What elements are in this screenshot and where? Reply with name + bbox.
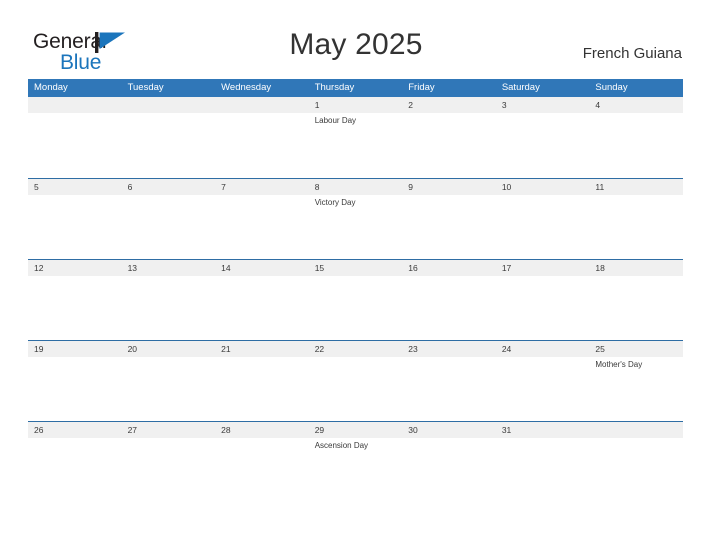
day-number[interactable]: 9 <box>402 179 496 195</box>
week-date-band: 12 13 14 15 16 17 18 <box>28 260 683 276</box>
weekday-header-tuesday: Tuesday <box>127 82 164 93</box>
weekday-header-row: Monday Tuesday Wednesday Thursday Friday Satu… <box>28 79 683 97</box>
day-number[interactable]: 10 <box>496 179 590 195</box>
region-label: French Guiana <box>582 45 682 62</box>
weekday-header-monday: Monday <box>34 82 68 93</box>
week-date-band: 19 20 21 22 23 24 25 <box>28 341 683 357</box>
day-number[interactable]: 1 <box>309 97 403 113</box>
weekday-header-friday: Friday <box>408 82 435 93</box>
day-event-empty <box>122 195 216 259</box>
day-number[interactable]: 15 <box>309 260 403 276</box>
day-event-empty <box>309 276 403 340</box>
day-event-empty <box>215 438 309 502</box>
day-number[interactable]: 28 <box>215 422 309 438</box>
week-row: 5 6 7 8 9 10 11 Victory Day <box>28 178 683 259</box>
week-row: 12 13 14 15 16 17 18 <box>28 259 683 340</box>
day-number[interactable]: 4 <box>589 97 683 113</box>
day-event-empty <box>402 195 496 259</box>
day-event-empty <box>122 357 216 421</box>
day-event-label: Ascension Day <box>314 441 369 450</box>
day-number[interactable]: 8 <box>309 179 403 195</box>
day-event-empty <box>402 276 496 340</box>
day-event-empty <box>28 438 122 502</box>
day-number[interactable]: 17 <box>496 260 590 276</box>
day-number-empty <box>215 97 309 113</box>
day-number[interactable]: 12 <box>28 260 122 276</box>
day-number[interactable]: 23 <box>402 341 496 357</box>
day-event-empty <box>589 438 683 502</box>
day-number-empty <box>28 97 122 113</box>
day-number[interactable]: 7 <box>215 179 309 195</box>
day-number[interactable]: 27 <box>122 422 216 438</box>
day-number-empty <box>122 97 216 113</box>
day-event-empty <box>122 438 216 502</box>
day-event-empty <box>28 276 122 340</box>
week-row: 19 20 21 22 23 24 25 Mother's Day <box>28 340 683 421</box>
week-date-band: 5 6 7 8 9 10 11 <box>28 179 683 195</box>
day-number[interactable]: 14 <box>215 260 309 276</box>
day-event-empty <box>496 113 590 177</box>
week-row: 1 2 3 4 Labour Day <box>28 97 683 178</box>
day-event-label: Labour Day <box>314 116 357 125</box>
day-event-empty <box>402 438 496 502</box>
week-event-band: Victory Day <box>28 195 683 259</box>
week-event-band: Mother's Day <box>28 357 683 421</box>
day-number[interactable]: 19 <box>28 341 122 357</box>
day-number[interactable]: 11 <box>589 179 683 195</box>
day-number[interactable]: 20 <box>122 341 216 357</box>
day-event-empty <box>28 357 122 421</box>
day-number[interactable]: 24 <box>496 341 590 357</box>
day-event-empty <box>589 113 683 177</box>
day-event-empty <box>496 276 590 340</box>
day-number[interactable]: 30 <box>402 422 496 438</box>
day-number[interactable]: 16 <box>402 260 496 276</box>
day-number-empty <box>589 422 683 438</box>
day-event-empty <box>496 438 590 502</box>
week-date-band: 1234 <box>28 97 683 113</box>
day-event-empty <box>589 195 683 259</box>
day-event-empty <box>402 357 496 421</box>
day-event-empty <box>589 276 683 340</box>
day-event-label: Mother's Day <box>595 360 643 369</box>
page-header: General Blue May 2025 French Guiana <box>0 0 712 78</box>
calendar-page: General Blue May 2025 French Guiana Mond… <box>0 0 712 550</box>
day-number[interactable]: 2 <box>402 97 496 113</box>
week-event-band <box>28 276 683 340</box>
week-event-band: Ascension Day <box>28 438 683 502</box>
day-event-empty <box>122 276 216 340</box>
day-number[interactable]: 5 <box>28 179 122 195</box>
day-number[interactable]: 3 <box>496 97 590 113</box>
day-number[interactable]: 13 <box>122 260 216 276</box>
day-number[interactable]: 21 <box>215 341 309 357</box>
day-number[interactable]: 29 <box>309 422 403 438</box>
day-event-empty <box>215 276 309 340</box>
day-number[interactable]: 31 <box>496 422 590 438</box>
week-row: 26 27 28 29 30 31 Ascension Day <box>28 421 683 502</box>
day-event-empty <box>402 113 496 177</box>
day-number[interactable]: 18 <box>589 260 683 276</box>
day-number[interactable]: 6 <box>122 179 216 195</box>
day-number[interactable]: 26 <box>28 422 122 438</box>
calendar-grid: Monday Tuesday Wednesday Thursday Friday Satu… <box>28 79 683 502</box>
day-event-empty <box>215 357 309 421</box>
day-event-label: Victory Day <box>314 198 356 207</box>
weekday-header-saturday: Saturday <box>501 82 540 93</box>
day-event-empty <box>28 113 122 177</box>
calendar-weeks: 1 2 3 4 Labour Day 5 6 7 8 9 10 11 Victory Day 12 13 14… <box>28 97 683 502</box>
day-event-empty <box>122 113 216 177</box>
day-event-empty <box>496 195 590 259</box>
day-event-empty <box>215 113 309 177</box>
weekday-header-wednesday: Wednesday <box>221 82 272 93</box>
day-event-empty <box>28 195 122 259</box>
day-event-empty <box>496 357 590 421</box>
week-date-band: 26 27 28 29 30 31 <box>28 422 683 438</box>
day-event-empty <box>309 357 403 421</box>
weekday-header-sunday: Sunday <box>595 82 628 93</box>
weekday-header-thursday: Thursday <box>314 82 355 93</box>
day-number[interactable]: 22 <box>309 341 403 357</box>
day-event-empty <box>215 195 309 259</box>
day-number[interactable]: 25 <box>589 341 683 357</box>
week-event-band: Labour Day <box>28 113 683 177</box>
